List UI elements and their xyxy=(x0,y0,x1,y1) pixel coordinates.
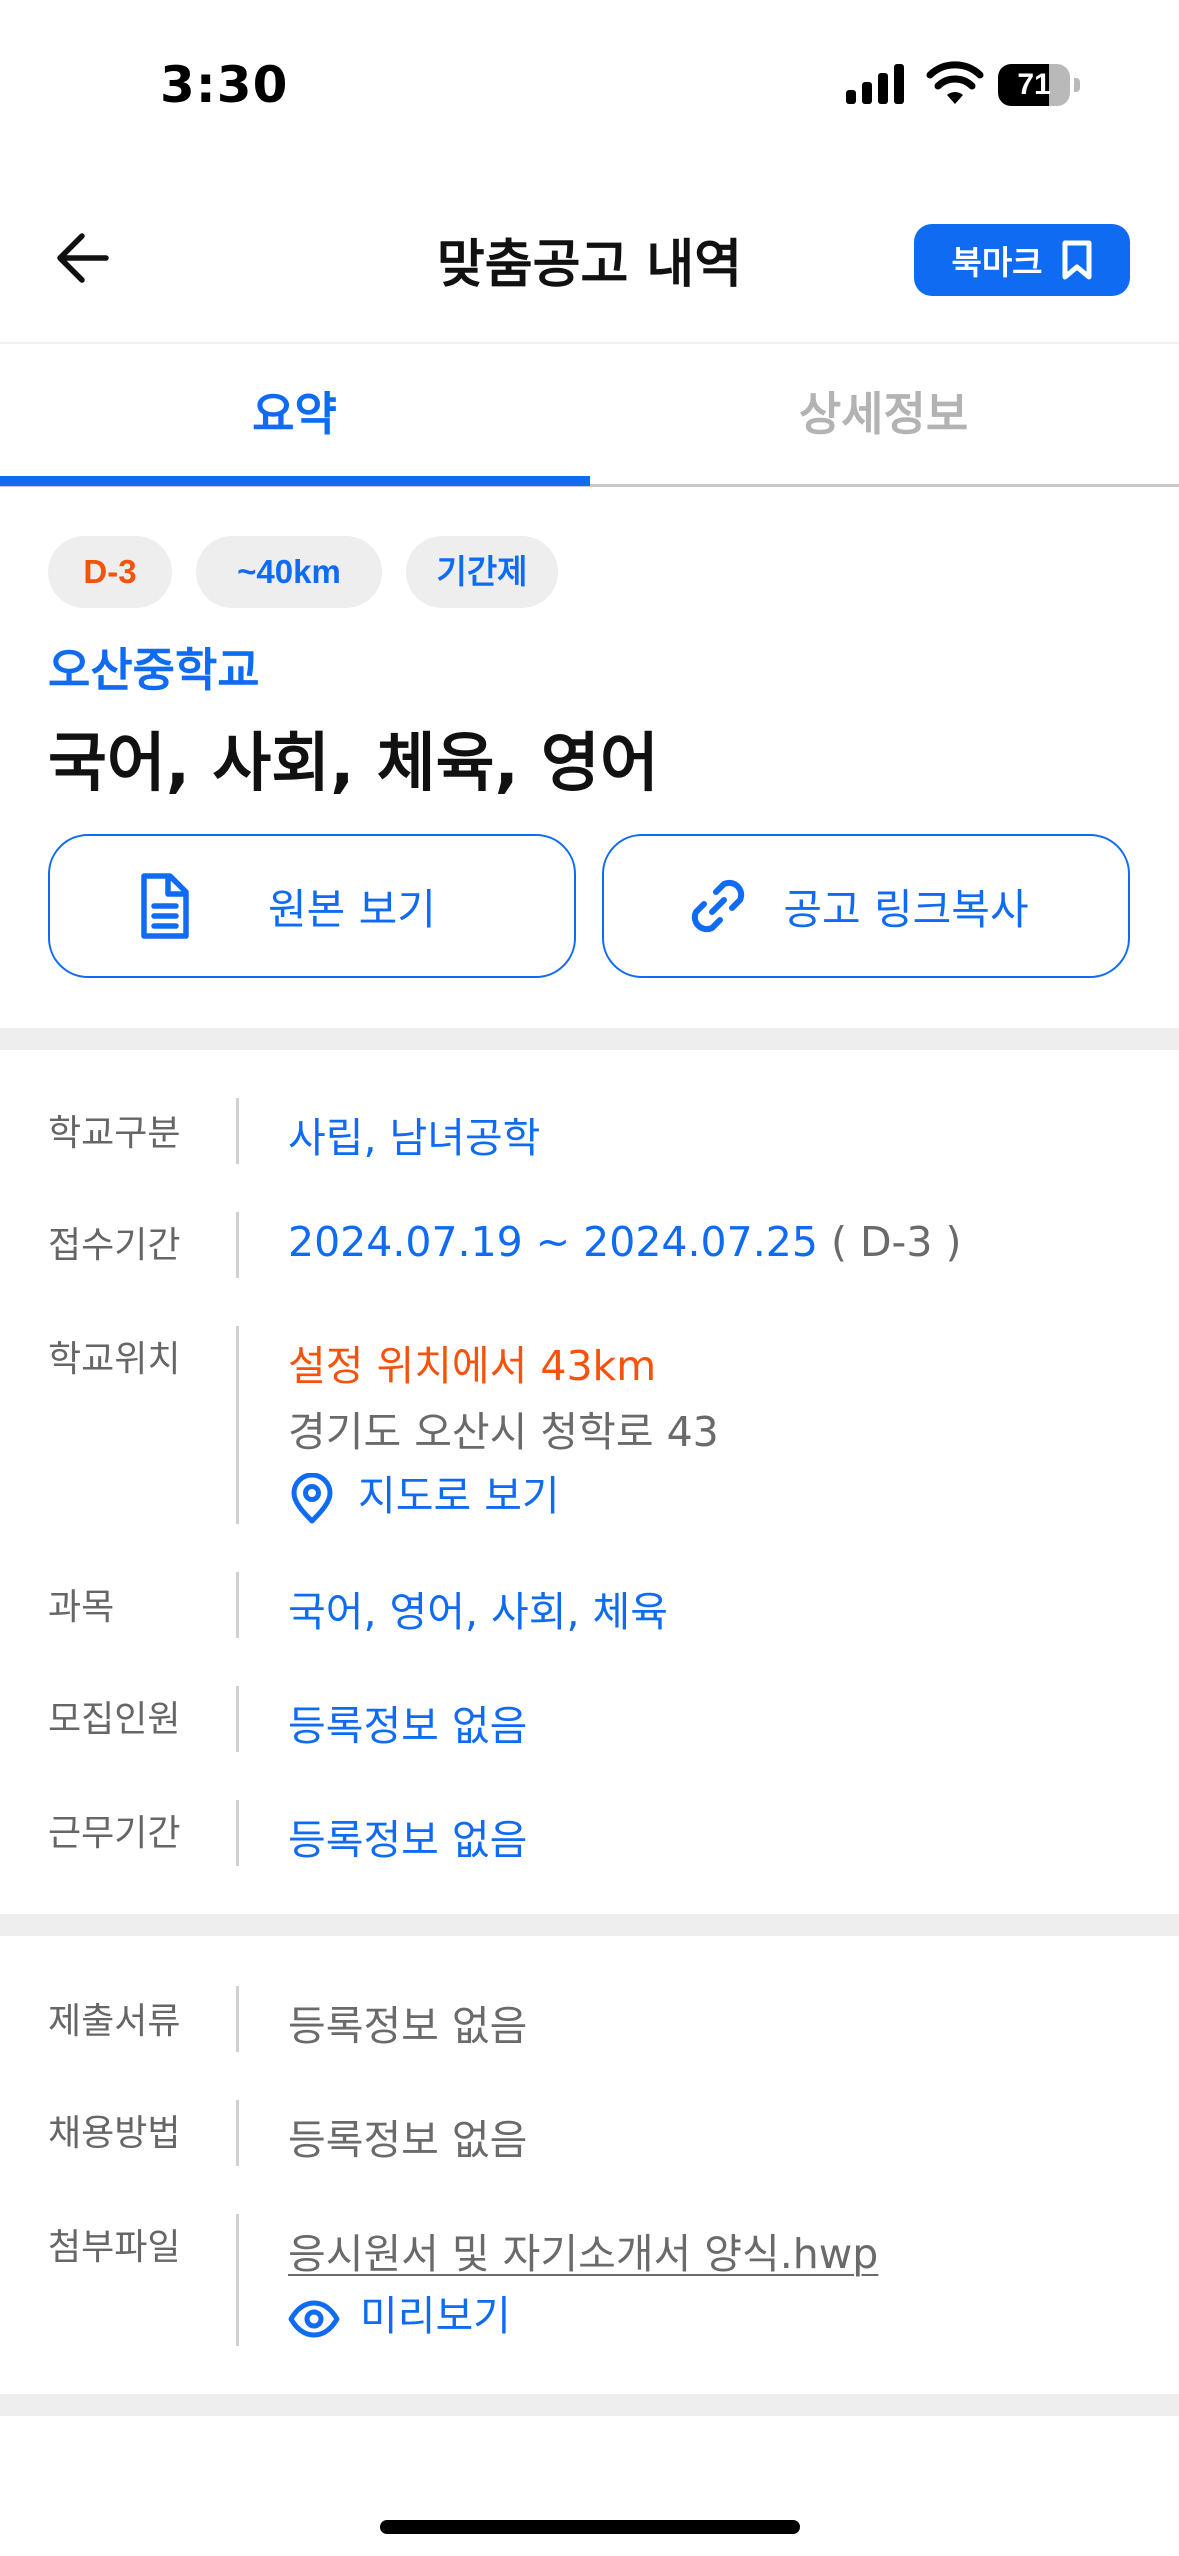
row-divider xyxy=(236,1572,239,1638)
row-divider xyxy=(236,1326,239,1524)
subjects-value: 국어, 영어, 사회, 체육 xyxy=(288,1588,668,1636)
preview-button[interactable]: 미리보기 xyxy=(288,2282,511,2342)
map-link-label: 지도로 보기 xyxy=(358,1472,560,1520)
location-pin-icon xyxy=(291,1473,333,1524)
school-type-value: 사립, 남녀공학 xyxy=(288,1114,541,1162)
wifi-icon xyxy=(926,61,984,104)
subjects-heading: 국어, 사회, 체육, 영어 xyxy=(48,727,659,801)
link-icon xyxy=(691,879,745,933)
period-label: 접수기간 xyxy=(48,1225,181,1266)
period-dates: 2024.07.19 ~ 2024.07.25 xyxy=(288,1218,818,1266)
tab-summary[interactable]: 요약 xyxy=(0,378,589,444)
employment-type-chip: 기간제 xyxy=(406,536,558,608)
cellular-signal-icon xyxy=(846,64,904,104)
battery-percentage: 71 xyxy=(1017,68,1051,101)
section-divider xyxy=(0,2394,1179,2416)
documents-value: 등록정보 없음 xyxy=(288,2002,528,2050)
header-divider xyxy=(0,342,1179,344)
recruit-value: 등록정보 없음 xyxy=(288,1702,528,1750)
eye-icon xyxy=(288,2300,340,2338)
attachment-file-link[interactable]: 응시원서 및 자기소개서 양식.hwp xyxy=(288,2220,878,2280)
method-value: 등록정보 없음 xyxy=(288,2116,528,2164)
location-label: 학교위치 xyxy=(48,1339,181,1380)
active-tab-indicator xyxy=(0,476,590,486)
preview-label: 미리보기 xyxy=(360,2292,511,2340)
work-period-value: 등록정보 없음 xyxy=(288,1816,528,1864)
row-divider xyxy=(236,1098,239,1164)
distance-chip: ~40km xyxy=(196,536,382,608)
row-divider xyxy=(236,1800,239,1866)
method-label: 채용방법 xyxy=(48,2113,181,2154)
row-divider xyxy=(236,2100,239,2166)
school-name: 오산중학교 xyxy=(48,643,260,697)
row-divider xyxy=(236,1686,239,1752)
copy-link-button[interactable]: 공고 링크복사 xyxy=(602,834,1130,978)
bookmark-icon xyxy=(1062,240,1092,280)
section-divider xyxy=(0,1914,1179,1936)
view-original-button[interactable]: 원본 보기 xyxy=(48,834,576,978)
row-divider xyxy=(236,1986,239,2052)
bookmark-label: 북마크 xyxy=(951,243,1043,282)
period-value: 2024.07.19 ~ 2024.07.25 ( D-3 ) xyxy=(288,1218,961,1266)
work-period-label: 근무기간 xyxy=(48,1813,181,1854)
subjects-label: 과목 xyxy=(48,1587,115,1628)
document-icon xyxy=(141,873,189,939)
tab-details[interactable]: 상세정보 xyxy=(589,378,1178,444)
location-distance: 설정 위치에서 43km xyxy=(288,1342,657,1390)
location-address: 경기도 오산시 청학로 43 xyxy=(288,1408,719,1456)
home-indicator xyxy=(380,2520,800,2534)
row-divider xyxy=(236,2214,239,2346)
status-time: 3:30 xyxy=(160,56,289,114)
deadline-chip: D-3 xyxy=(48,536,172,608)
documents-label: 제출서류 xyxy=(48,2001,181,2042)
school-type-label: 학교구분 xyxy=(48,1113,181,1154)
view-original-label: 원본 보기 xyxy=(268,884,436,934)
map-link[interactable]: 지도로 보기 xyxy=(288,1462,560,1525)
recruit-label: 모집인원 xyxy=(48,1699,181,1740)
copy-link-label: 공고 링크복사 xyxy=(783,884,1029,934)
attachment-label: 첨부파일 xyxy=(48,2227,181,2268)
section-divider xyxy=(0,1028,1179,1050)
row-divider xyxy=(236,1212,239,1278)
battery-icon: 71 xyxy=(998,64,1080,108)
period-dday: ( D-3 ) xyxy=(817,1218,962,1266)
bookmark-button[interactable]: 북마크 xyxy=(914,224,1130,296)
